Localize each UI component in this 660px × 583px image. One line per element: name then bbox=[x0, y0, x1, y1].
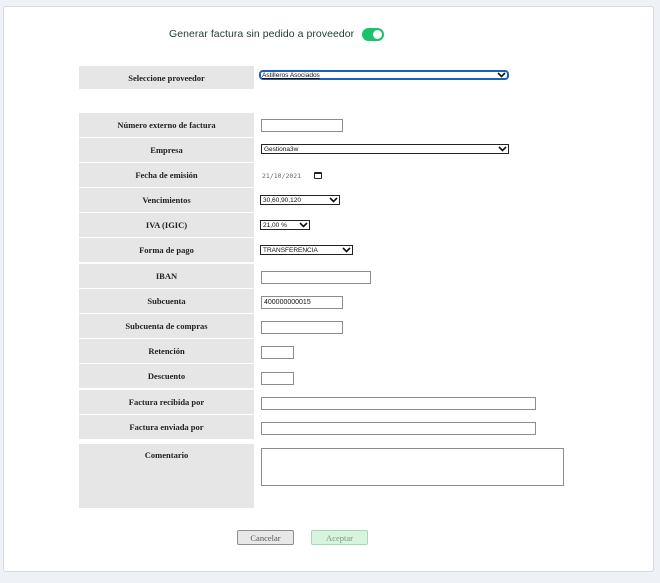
comentario-label: Comentario bbox=[79, 444, 254, 508]
chevron-down-icon bbox=[495, 72, 507, 78]
numero-externo-label: Número externo de factura bbox=[79, 113, 254, 137]
empresa-label: Empresa bbox=[79, 138, 254, 162]
recibida-por-label: Factura recibida por bbox=[79, 390, 254, 414]
subcuenta-input[interactable]: 400000000015 bbox=[261, 296, 343, 309]
cancel-button[interactable]: Cancelar bbox=[237, 530, 294, 545]
retencion-label: Retención bbox=[79, 339, 254, 363]
no-order-invoice-toggle[interactable] bbox=[362, 27, 385, 41]
iva-select-value: 21,00 % bbox=[263, 221, 287, 229]
numero-externo-input[interactable] bbox=[261, 119, 343, 132]
descuento-label: Descuento bbox=[79, 364, 254, 388]
iva-select[interactable]: 21,00 % bbox=[260, 220, 310, 230]
chevron-down-icon bbox=[340, 247, 352, 253]
empresa-select[interactable]: Gestiona3w bbox=[261, 144, 509, 154]
subcuenta-label: Subcuenta bbox=[79, 289, 254, 313]
forma-pago-select-value: TRANSFERENCIA bbox=[263, 246, 318, 254]
accept-button[interactable]: Aceptar bbox=[311, 530, 368, 545]
proveedor-select[interactable]: Astilleros Asociados bbox=[259, 70, 509, 80]
chevron-down-icon bbox=[327, 197, 339, 203]
fecha-emision-input[interactable]: 21/10/2021 bbox=[262, 170, 348, 181]
iva-label: IVA (IGIC) bbox=[79, 213, 254, 237]
forma-pago-label: Forma de pago bbox=[79, 238, 254, 262]
no-order-invoice-header: Generar factura sin pedido a proveedor bbox=[169, 27, 385, 41]
forma-pago-select[interactable]: TRANSFERENCIA bbox=[260, 245, 353, 255]
subcuenta-compras-input[interactable] bbox=[261, 321, 343, 334]
vencimientos-label: Vencimientos bbox=[79, 188, 254, 212]
proveedor-label: Seleccione proveedor bbox=[79, 66, 254, 89]
comentario-textarea[interactable] bbox=[261, 448, 564, 486]
recibida-por-input[interactable] bbox=[261, 397, 536, 410]
chevron-down-icon bbox=[496, 146, 508, 152]
retencion-input[interactable] bbox=[261, 346, 294, 359]
vencimientos-select[interactable]: 30,60,90,120 bbox=[260, 195, 340, 205]
calendar-icon[interactable] bbox=[314, 172, 323, 179]
toggle-knob bbox=[373, 29, 383, 39]
chevron-down-icon bbox=[297, 222, 309, 228]
descuento-input[interactable] bbox=[261, 372, 294, 385]
fecha-emision-label: Fecha de emisión bbox=[79, 163, 254, 187]
proveedor-select-value: Astilleros Asociados bbox=[262, 71, 320, 79]
fecha-emision-value: 21/10/2021 bbox=[262, 171, 302, 180]
empresa-select-value: Gestiona3w bbox=[264, 145, 299, 153]
enviada-por-label: Factura enviada por bbox=[79, 415, 254, 439]
no-order-invoice-label: Generar factura sin pedido a proveedor bbox=[169, 28, 355, 40]
subcuenta-compras-label: Subcuenta de compras bbox=[79, 314, 254, 338]
iban-label: IBAN bbox=[79, 264, 254, 288]
vencimientos-select-value: 30,60,90,120 bbox=[263, 196, 301, 204]
iban-input[interactable] bbox=[261, 271, 371, 284]
enviada-por-input[interactable] bbox=[261, 422, 536, 435]
